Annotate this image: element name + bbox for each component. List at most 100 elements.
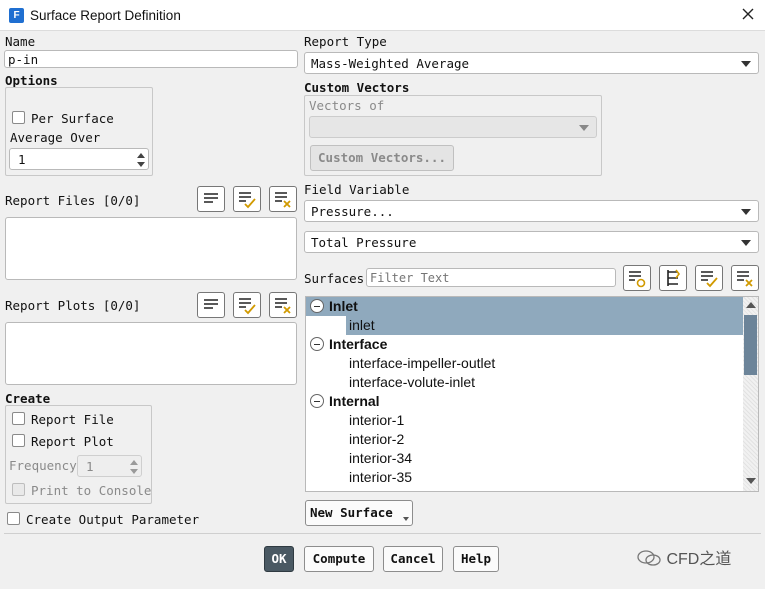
report-type-dropdown[interactable]: Mass-Weighted Average	[304, 52, 759, 74]
report-plots-list-button[interactable]	[197, 292, 225, 318]
tree-item-label: inlet	[349, 317, 375, 333]
report-plots-deselect-all-button[interactable]	[269, 292, 297, 318]
report-files-label: Report Files [0/0]	[5, 193, 141, 208]
tree-item-row[interactable]: interior-1	[306, 411, 743, 430]
surfaces-filter-input[interactable]	[366, 268, 616, 287]
close-icon	[742, 8, 754, 20]
collapse-icon[interactable]	[310, 394, 324, 408]
per-surface-label: Per Surface	[31, 111, 114, 126]
spin-up-icon	[130, 460, 138, 465]
tree-group-row[interactable]: Internal	[306, 392, 743, 411]
list-icon	[204, 193, 218, 203]
surfaces-deselect-all-button[interactable]	[731, 265, 759, 291]
per-surface-checkbox[interactable]	[12, 111, 25, 124]
name-field[interactable]: p-in	[4, 50, 298, 68]
report-file-checkbox[interactable]	[12, 412, 25, 425]
tree-item-row[interactable]: inlet	[346, 316, 743, 335]
collapse-icon[interactable]	[310, 337, 324, 351]
report-files-list[interactable]	[5, 217, 297, 280]
print-to-console-checkbox	[12, 483, 25, 496]
separator	[4, 533, 761, 534]
field-variable-dropdown[interactable]: Total Pressure	[304, 231, 759, 253]
frequency-label: Frequency	[9, 458, 77, 473]
report-files-deselect-all-button[interactable]	[269, 186, 297, 212]
tree-scroll-thumb[interactable]	[744, 315, 757, 375]
report-file-label: Report File	[31, 412, 114, 427]
surfaces-group-button[interactable]	[659, 265, 687, 291]
report-files-list-button[interactable]	[197, 186, 225, 212]
compute-button[interactable]: Compute	[304, 546, 374, 572]
close-button[interactable]	[735, 3, 761, 27]
deselect-all-icon	[275, 192, 291, 208]
chevron-down-icon	[579, 125, 589, 131]
field-variable-value: Total Pressure	[311, 235, 417, 250]
new-surface-button[interactable]: New Surface	[305, 500, 413, 526]
tree-item-label: interior-34	[349, 450, 413, 466]
wechat-logo-icon	[637, 550, 661, 566]
tree-item-label: interface-volute-inlet	[349, 374, 476, 390]
filter-list-icon	[629, 271, 646, 288]
create-output-parameter-label: Create Output Parameter	[26, 512, 200, 527]
surfaces-label: Surfaces	[304, 271, 365, 286]
chevron-down-icon	[741, 240, 751, 246]
help-button[interactable]: Help	[453, 546, 499, 572]
cancel-button[interactable]: Cancel	[383, 546, 443, 572]
collapse-icon[interactable]	[310, 299, 324, 313]
print-to-console-label: Print to Console	[31, 483, 152, 498]
fluent-app-icon: F	[9, 8, 24, 23]
tree-group-label: Inlet	[329, 298, 358, 314]
window-title: Surface Report Definition	[30, 8, 181, 23]
ok-button[interactable]: OK	[264, 546, 294, 572]
field-variable-label: Field Variable	[304, 182, 410, 197]
create-label: Create	[5, 391, 51, 406]
new-surface-label: New Surface	[310, 505, 393, 520]
tree-group-row[interactable]: Inlet	[306, 297, 743, 316]
frequency-spin	[128, 456, 140, 476]
tree-item-row[interactable]: interior-2	[306, 430, 743, 449]
report-plots-label: Report Plots [0/0]	[5, 298, 141, 313]
average-over-spin[interactable]	[135, 149, 147, 169]
report-type-value: Mass-Weighted Average	[311, 56, 470, 71]
field-variable-category-dropdown[interactable]: Pressure...	[304, 200, 759, 222]
average-over-stepper[interactable]: 1	[9, 148, 149, 170]
select-all-icon	[701, 271, 718, 288]
select-all-icon	[239, 192, 256, 209]
tree-item-row[interactable]: interior-35	[306, 468, 743, 487]
report-files-select-all-button[interactable]	[233, 186, 261, 212]
custom-vectors-label: Custom Vectors	[304, 80, 410, 95]
report-plots-list[interactable]	[5, 322, 297, 385]
spin-down-icon	[130, 469, 138, 474]
tree-group-row[interactable]: Interface	[306, 335, 743, 354]
chevron-down-icon	[741, 61, 751, 67]
report-plot-label: Report Plot	[31, 434, 114, 449]
select-all-icon	[239, 298, 256, 315]
spin-up-icon[interactable]	[137, 153, 145, 158]
scroll-up-icon[interactable]	[746, 302, 756, 308]
list-icon	[204, 299, 218, 309]
surfaces-tree[interactable]: Inlet inlet Interface interface-impeller-ou…	[305, 296, 759, 492]
chevron-down-icon	[403, 517, 409, 521]
watermark-text: CFD之道	[666, 551, 732, 568]
report-plot-checkbox[interactable]	[12, 434, 25, 447]
average-over-value: 1	[18, 152, 26, 167]
tree-item-label: interior-2	[349, 431, 405, 447]
name-value: p-in	[8, 52, 39, 67]
report-type-label: Report Type	[304, 34, 387, 49]
tree-item-row[interactable]: interface-volute-inlet	[306, 373, 743, 392]
average-over-label: Average Over	[10, 130, 101, 145]
tree-item-row[interactable]: interface-impeller-outlet	[306, 354, 743, 373]
vectors-of-dropdown	[309, 116, 597, 138]
name-label: Name	[5, 34, 36, 49]
create-output-parameter-checkbox[interactable]	[7, 512, 20, 525]
report-plots-select-all-button[interactable]	[233, 292, 261, 318]
deselect-all-icon	[737, 271, 753, 287]
scroll-down-icon[interactable]	[746, 478, 756, 484]
group-tree-icon	[667, 269, 680, 286]
surfaces-select-all-button[interactable]	[695, 265, 723, 291]
tree-scrollbar[interactable]	[743, 297, 758, 491]
spin-down-icon[interactable]	[137, 162, 145, 167]
title-bar: F Surface Report Definition	[0, 0, 765, 31]
tree-item-row[interactable]: interior-34	[306, 449, 743, 468]
watermark: CFD之道	[636, 545, 731, 569]
surfaces-filter-button[interactable]	[623, 265, 651, 291]
